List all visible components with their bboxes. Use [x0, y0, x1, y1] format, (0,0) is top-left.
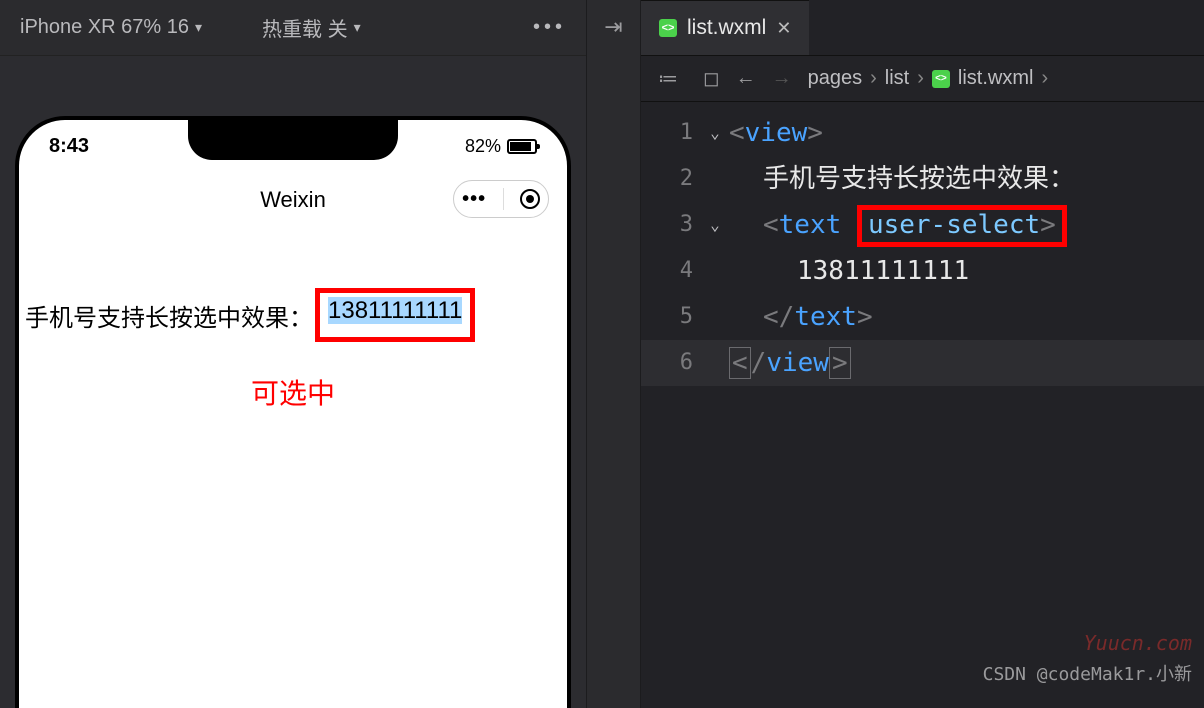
highlight-box: user-select>: [857, 205, 1067, 247]
breadcrumb[interactable]: pages › list › <> list.wxml ›: [808, 67, 1049, 90]
simulator-panel: iPhone XR 67% 16 ▾ 热重载 关 ▾ ••• 8:43 82% …: [0, 0, 586, 708]
code-line[interactable]: 1 ⌄ <view>: [641, 110, 1204, 156]
hot-reload-dropdown[interactable]: 热重载 关 ▾: [262, 13, 361, 42]
capsule-menu-icon[interactable]: •••: [462, 188, 486, 211]
editor-tab-strip: <> list.wxml ✕: [641, 0, 1204, 56]
highlight-box: 13811111111: [315, 288, 475, 342]
simulator-toolbar: iPhone XR 67% 16 ▾ 热重载 关 ▾ •••: [0, 0, 586, 56]
chevron-down-icon: ▾: [354, 19, 361, 36]
chevron-down-icon: ▾: [195, 19, 202, 36]
line-number: 1: [641, 110, 701, 156]
fold-icon[interactable]: ⌄: [701, 202, 729, 248]
selected-phone-number[interactable]: 13811111111: [328, 297, 462, 324]
code-line[interactable]: 4 13811111111: [641, 248, 1204, 294]
bookmark-icon[interactable]: ◻: [703, 66, 720, 91]
breadcrumb-part[interactable]: pages: [808, 67, 863, 90]
editor-tab[interactable]: <> list.wxml ✕: [641, 0, 809, 55]
nav-forward-icon: →: [772, 67, 792, 90]
capsule-close-icon[interactable]: [520, 189, 540, 209]
content-label: 手机号支持长按选中效果：: [25, 298, 313, 333]
line-number: 2: [641, 156, 701, 202]
annotation-text: 可选中: [25, 372, 561, 412]
status-time: 8:43: [49, 135, 89, 158]
battery-icon: [507, 139, 537, 154]
content-line: 手机号支持长按选中效果： 13811111111: [25, 288, 561, 342]
miniapp-capsule[interactable]: •••: [453, 180, 549, 218]
tab-filename: list.wxml: [687, 16, 766, 40]
code-line[interactable]: 2 手机号支持长按选中效果：: [641, 156, 1204, 202]
editor-breadcrumb-bar: ≔ ◻ ← → pages › list › <> list.wxml ›: [641, 56, 1204, 102]
code-editor[interactable]: 1 ⌄ <view> 2 手机号支持长按选中效果： 3 ⌄ <text user…: [641, 102, 1204, 708]
page-content: 手机号支持长按选中效果： 13811111111 可选中: [19, 228, 567, 412]
phone-notch: [188, 120, 398, 160]
app-header: Weixin •••: [19, 172, 567, 228]
wxml-file-icon: <>: [932, 70, 950, 88]
collapse-panel-icon[interactable]: ⇥: [604, 14, 622, 40]
line-number: 5: [641, 294, 701, 340]
battery-percent: 82%: [465, 136, 501, 157]
hot-reload-label: 热重载 关: [262, 13, 348, 42]
capsule-divider: [503, 188, 504, 210]
nav-back-icon[interactable]: ←: [736, 67, 756, 90]
code-line[interactable]: 3 ⌄ <text user-select>: [641, 202, 1204, 248]
code-line[interactable]: 6 </view>: [641, 340, 1204, 386]
close-icon[interactable]: ✕: [776, 18, 791, 39]
line-number: 6: [641, 340, 701, 386]
breadcrumb-part[interactable]: list: [885, 67, 909, 90]
wxml-file-icon: <>: [659, 19, 677, 37]
device-dropdown[interactable]: iPhone XR 67% 16 ▾: [20, 16, 202, 39]
chevron-right-icon: ›: [870, 67, 877, 90]
app-title: Weixin: [260, 187, 326, 213]
simulator-stage: 8:43 82% Weixin ••• 手机号支持长按选中效果：: [0, 56, 586, 708]
chevron-right-icon: ›: [1041, 67, 1048, 90]
more-icon[interactable]: •••: [533, 16, 566, 39]
fold-icon[interactable]: ⌄: [701, 110, 729, 156]
panel-divider-bar: ⇥: [586, 0, 641, 708]
device-label: iPhone XR 67% 16: [20, 16, 189, 39]
code-line[interactable]: 5 </text>: [641, 294, 1204, 340]
phone-frame: 8:43 82% Weixin ••• 手机号支持长按选中效果：: [15, 116, 571, 708]
outline-icon[interactable]: ≔: [658, 66, 678, 91]
line-number: 4: [641, 248, 701, 294]
chevron-right-icon: ›: [917, 67, 924, 90]
editor-panel: <> list.wxml ✕ ≔ ◻ ← → pages › list › <>…: [641, 0, 1204, 708]
line-number: 3: [641, 202, 701, 248]
breadcrumb-part[interactable]: list.wxml: [958, 67, 1034, 90]
credit-text: CSDN @codeMak1r.小新: [983, 652, 1192, 698]
